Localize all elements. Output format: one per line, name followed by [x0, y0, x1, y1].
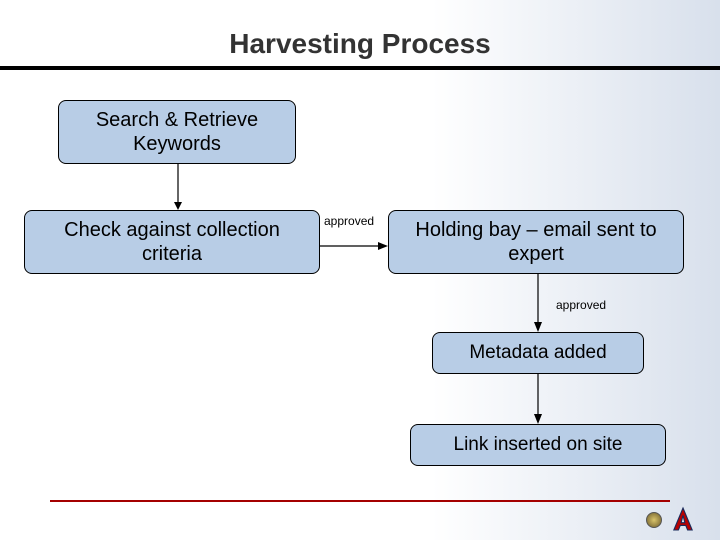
node-link-inserted: Link inserted on site: [410, 424, 666, 466]
connector-search-to-check: [168, 164, 188, 210]
edge-label-approved-2: approved: [556, 298, 606, 312]
connector-metadata-to-link: [528, 374, 548, 424]
arizona-logo-icon: [672, 506, 694, 532]
connector-check-to-holding: [320, 236, 388, 256]
slide-title: Harvesting Process: [0, 28, 720, 60]
node-search-retrieve: Search & Retrieve Keywords: [58, 100, 296, 164]
connector-holding-to-metadata: [528, 274, 548, 332]
title-underline: [0, 66, 720, 70]
node-check-criteria: Check against collection criteria: [24, 210, 320, 274]
edge-label-approved-1: approved: [324, 214, 374, 228]
node-holding-bay: Holding bay – email sent to expert: [388, 210, 684, 274]
node-metadata-added: Metadata added: [432, 332, 644, 374]
seal-icon: [646, 512, 662, 528]
footer-divider: [50, 500, 670, 502]
